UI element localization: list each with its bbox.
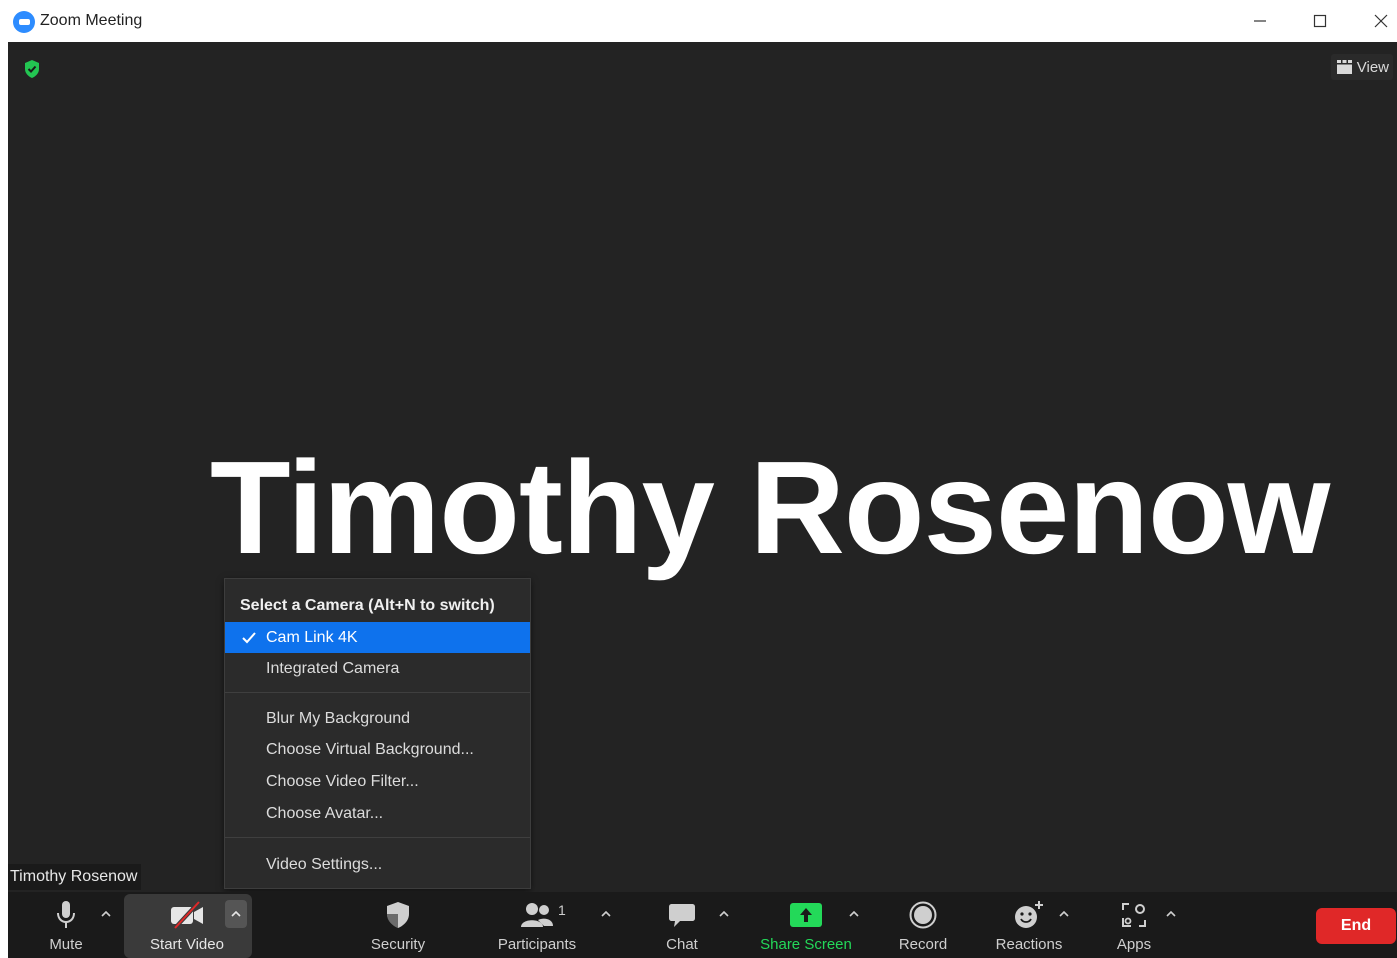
start-video-button[interactable]: Start Video xyxy=(140,892,234,958)
chevron-up-icon xyxy=(1059,911,1069,917)
security-label: Security xyxy=(370,936,426,953)
chevron-up-icon xyxy=(601,911,611,917)
security-shield-icon xyxy=(387,902,409,928)
chat-options-caret[interactable] xyxy=(714,904,734,924)
microphone-icon xyxy=(57,901,75,928)
participants-options-caret[interactable] xyxy=(596,904,616,924)
checkmark-icon xyxy=(242,622,260,653)
menu-item-label: Blur My Background xyxy=(266,710,411,727)
chevron-up-icon xyxy=(101,911,111,917)
start-video-label: Start Video xyxy=(150,936,224,953)
mute-button[interactable]: Mute xyxy=(40,892,92,958)
apps-label: Apps xyxy=(1116,936,1152,953)
choose-virtual-background-item[interactable]: Choose Virtual Background... xyxy=(225,734,530,765)
shield-check-icon[interactable] xyxy=(22,59,42,79)
record-button[interactable]: Record xyxy=(892,892,954,958)
share-screen-icon xyxy=(790,903,822,927)
close-icon xyxy=(1374,14,1388,28)
reactions-smiley-icon xyxy=(1015,901,1043,928)
meeting-video-area: View Timothy Rosenow Timothy Rosenow xyxy=(8,42,1397,892)
participant-name-tag: Timothy Rosenow xyxy=(8,864,142,890)
window-title: Zoom Meeting xyxy=(40,12,143,29)
blur-background-item[interactable]: Blur My Background xyxy=(225,703,530,734)
audio-options-caret[interactable] xyxy=(96,904,116,924)
camera-select-menu: Select a Camera (Alt+N to switch) Cam Li… xyxy=(224,578,531,889)
video-settings-item[interactable]: Video Settings... xyxy=(225,849,530,880)
menu-divider xyxy=(225,692,530,693)
participants-button[interactable]: Participants xyxy=(492,892,582,958)
menu-item-label: Choose Video Filter... xyxy=(266,773,419,790)
reactions-button[interactable]: Reactions xyxy=(990,892,1068,958)
maximize-button[interactable] xyxy=(1305,6,1335,36)
meeting-toolbar: Mute Start Video Security Participants 1… xyxy=(8,892,1397,958)
zoom-window: Zoom Meeting View Timothy Rosenow Timoth… xyxy=(0,0,1397,958)
share-screen-label: Share Screen xyxy=(760,936,852,953)
zoom-logo-icon xyxy=(13,11,35,33)
grid-view-icon xyxy=(1336,60,1352,74)
apps-icon xyxy=(1122,903,1146,927)
chevron-up-icon xyxy=(849,911,859,917)
video-camera-off-icon xyxy=(171,901,203,929)
menu-divider xyxy=(225,837,530,838)
chat-label: Chat xyxy=(666,936,698,953)
end-meeting-button[interactable]: End xyxy=(1316,908,1396,944)
share-options-caret[interactable] xyxy=(844,904,864,924)
menu-item-label: Video Settings... xyxy=(266,856,383,873)
camera-option-integrated-camera[interactable]: Integrated Camera xyxy=(225,653,530,684)
share-screen-button[interactable]: Share Screen xyxy=(754,892,858,958)
menu-item-label: Choose Avatar... xyxy=(266,805,384,822)
choose-video-filter-item[interactable]: Choose Video Filter... xyxy=(225,766,530,797)
mute-label: Mute xyxy=(49,936,83,953)
view-label: View xyxy=(1356,58,1389,76)
camera-option-label: Integrated Camera xyxy=(266,660,400,677)
chevron-up-icon xyxy=(1166,911,1176,917)
participants-count: 1 xyxy=(558,902,566,918)
minimize-button[interactable] xyxy=(1245,6,1275,36)
minimize-icon xyxy=(1254,20,1266,22)
close-button[interactable] xyxy=(1366,6,1396,36)
maximize-icon xyxy=(1313,14,1327,28)
camera-option-cam-link-4k[interactable]: Cam Link 4K xyxy=(225,622,530,653)
chat-bubble-icon xyxy=(669,904,695,927)
menu-item-label: Choose Virtual Background... xyxy=(266,741,474,758)
security-button[interactable]: Security xyxy=(358,892,438,958)
chevron-up-icon xyxy=(719,911,729,917)
participants-label: Participants xyxy=(497,936,577,953)
view-button[interactable]: View xyxy=(1330,54,1393,80)
record-icon xyxy=(909,901,937,929)
record-label: Record xyxy=(898,936,948,953)
chevron-up-icon xyxy=(231,911,241,917)
participant-display-name: Timothy Rosenow xyxy=(210,434,1330,581)
choose-avatar-item[interactable]: Choose Avatar... xyxy=(225,798,530,829)
reactions-options-caret[interactable] xyxy=(1054,904,1074,924)
camera-menu-header: Select a Camera (Alt+N to switch) xyxy=(240,597,495,614)
chat-button[interactable]: Chat xyxy=(656,892,708,958)
apps-button[interactable]: Apps xyxy=(1108,892,1160,958)
reactions-label: Reactions xyxy=(995,936,1063,953)
camera-option-label: Cam Link 4K xyxy=(266,629,358,646)
apps-options-caret[interactable] xyxy=(1161,904,1181,924)
participants-icon xyxy=(521,903,553,927)
title-bar: Zoom Meeting xyxy=(0,0,1397,42)
video-options-caret[interactable] xyxy=(225,900,247,928)
